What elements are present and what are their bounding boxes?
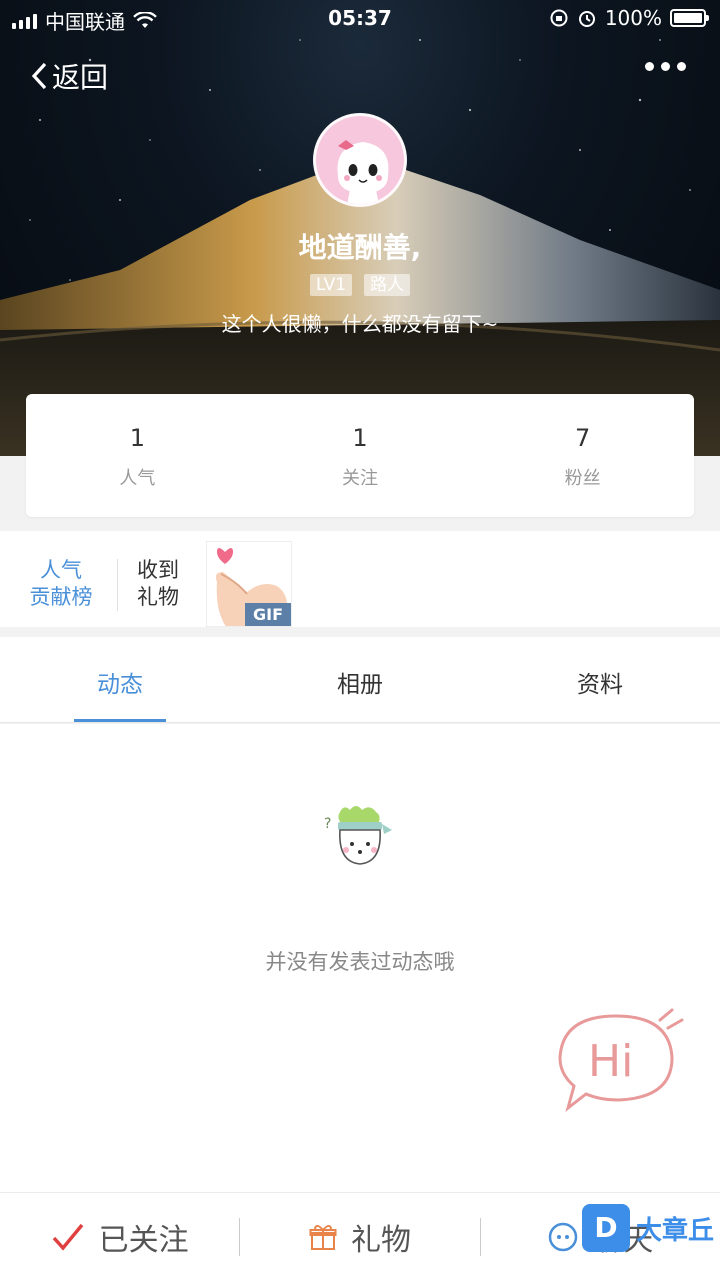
status-bar: 中国联通 05:37 100%: [0, 0, 720, 38]
moments-content: ? 并没有发表过动态哦 Hi: [0, 724, 720, 1192]
more-options-button[interactable]: [645, 62, 686, 71]
orientation-lock-icon: [550, 9, 568, 27]
more-dot-icon: [677, 62, 686, 71]
avatar[interactable]: [313, 113, 407, 207]
stat-value: 7: [575, 424, 591, 452]
hi-text: Hi: [588, 1036, 633, 1087]
bio-text: 这个人很懒，什么都没有留下~: [221, 312, 499, 336]
received-gifts-label: 收到 礼物: [130, 557, 186, 611]
gift-thumbnail[interactable]: GIF: [206, 541, 292, 627]
confused-mascot-icon: ?: [324, 806, 392, 865]
alarm-icon: [578, 11, 595, 27]
received-label-line2: 礼物: [137, 585, 179, 609]
nickname: 地道酬善,: [298, 231, 422, 264]
chat-icon: [549, 1222, 578, 1251]
user-tags: LV1 路人: [0, 274, 720, 296]
profile-header: 中国联通 05:37 100% 返回 地道酬善, LV1 路人 这个人很懒，什么…: [0, 0, 720, 456]
watermark-text: 大章丘: [635, 1215, 714, 1246]
stat-label: 关注: [342, 468, 378, 489]
gift-section: 人气 贡献榜 收到 礼物 GIF: [0, 531, 720, 627]
stat-value: 1: [352, 424, 368, 452]
stat-value: 1: [129, 424, 145, 452]
followed-button[interactable]: 已关注: [0, 1215, 239, 1259]
stat-fans[interactable]: 7 粉丝: [471, 394, 694, 517]
tab-moments[interactable]: 动态: [0, 637, 240, 722]
role-badge: 路人: [364, 274, 411, 296]
stat-label: 人气: [119, 468, 156, 489]
stat-popularity[interactable]: 1 人气: [26, 394, 249, 517]
more-dot-icon: [661, 62, 670, 71]
say-hi-bubble-button[interactable]: Hi: [556, 1006, 686, 1116]
level-badge: LV1: [309, 274, 353, 296]
top-navigation: 返回: [0, 52, 720, 96]
gift-icon: [309, 1224, 337, 1250]
back-button[interactable]: 返回: [30, 56, 108, 96]
received-label-line1: 收到: [137, 558, 179, 582]
watermark-logo-icon: D: [581, 1204, 630, 1252]
svg-text:?: ?: [324, 816, 331, 832]
gift-button[interactable]: 礼物: [240, 1215, 479, 1259]
divider: [117, 559, 118, 611]
chevron-left-icon: [31, 62, 47, 90]
stats-card: 1 人气 1 关注 7 粉丝: [26, 394, 694, 517]
battery-icon: [670, 9, 709, 27]
tab-album[interactable]: 相册: [240, 637, 480, 722]
followed-label: 已关注: [98, 1222, 189, 1258]
profile-tabs: 动态 相册 资料: [0, 637, 720, 723]
back-label: 返回: [52, 61, 109, 94]
stat-following[interactable]: 1 关注: [249, 394, 472, 517]
rank-label-line1: 人气: [40, 558, 82, 582]
site-watermark: D 大章丘: [581, 1204, 714, 1252]
checkmark-icon: [52, 1223, 84, 1251]
more-dot-icon: [645, 62, 654, 71]
rank-label-line2: 贡献榜: [29, 585, 93, 609]
gif-badge: GIF: [244, 603, 291, 626]
battery-percent: 100%: [604, 6, 662, 30]
empty-state-text: 并没有发表过动态哦: [265, 950, 455, 974]
tab-profile-info[interactable]: 资料: [480, 637, 720, 722]
gift-label: 礼物: [350, 1222, 411, 1258]
contribution-rank-link[interactable]: 人气 贡献榜: [20, 557, 102, 611]
stat-label: 粉丝: [564, 468, 601, 489]
